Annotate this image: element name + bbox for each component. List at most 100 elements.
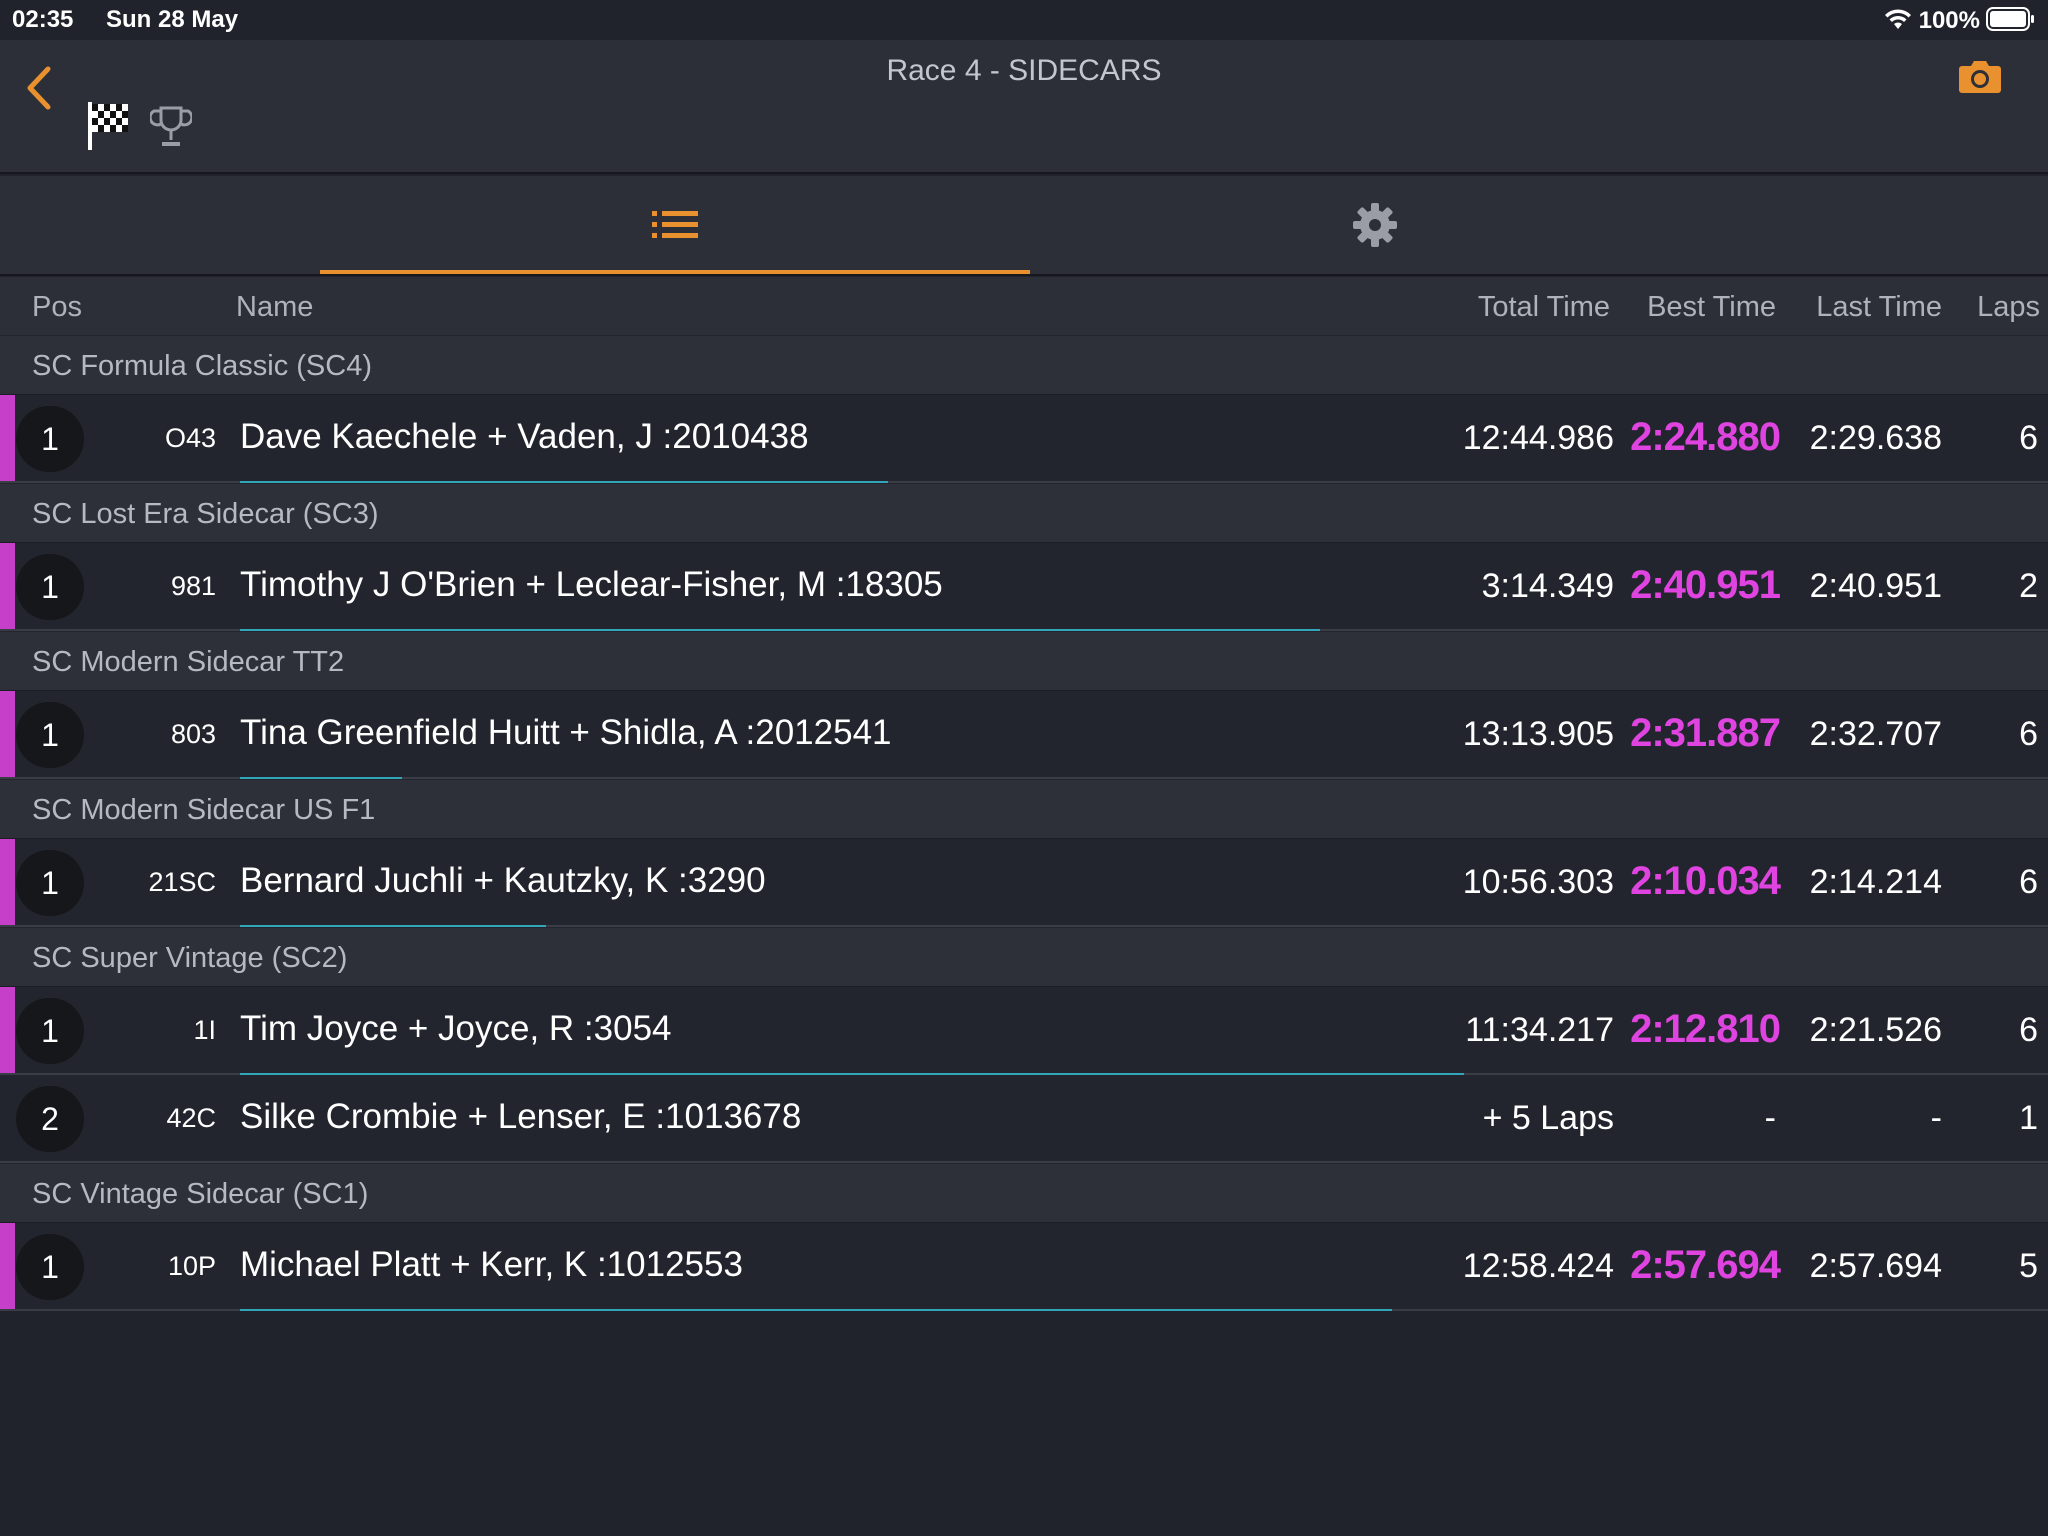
laps-count: 6 [2019,715,2038,753]
best-time: 2:31.887 [1630,711,1781,755]
racer-number: 10P [167,1251,216,1281]
result-row[interactable]: 1 O43 Dave Kaechele + Vaden, J :2010438 12:… [0,395,2048,483]
class-color-strip [0,691,15,777]
last-time: - [1930,1099,1942,1137]
group-title: SC Modern Sidecar TT2 [32,646,345,678]
result-row[interactable]: 1 803 Tina Greenfield Huitt + Shidla, A :2… [0,691,2048,779]
last-time: 2:29.638 [1809,419,1942,457]
laps-count: 1 [2019,1099,2038,1137]
laps-count: 6 [2019,1011,2038,1049]
total-time: 12:58.424 [1462,1247,1614,1285]
camera-button[interactable] [1952,52,2008,100]
position-badge: 1 [16,406,84,472]
group-header: SC Lost Era Sidecar (SC3) [0,483,2048,543]
class-color-strip [0,987,15,1073]
group-title: SC Super Vintage (SC2) [32,942,348,974]
racer-name: Dave Kaechele + Vaden, J :2010438 [240,417,809,456]
total-time: 13:13.905 [1462,715,1614,753]
active-tab-indicator [320,270,1030,274]
racer-name: Tim Joyce + Joyce, R :3054 [240,1009,672,1048]
status-bar: 02:35 Sun 28 May 100% [0,0,2048,40]
racer-name: Timothy J O'Brien + Leclear-Fisher, M :1… [240,565,943,604]
camera-icon [1959,61,2001,93]
status-right: 100% [1883,6,2036,36]
group-title: SC Vintage Sidecar (SC1) [32,1178,369,1210]
total-time: 11:34.217 [1465,1011,1614,1049]
position-badge: 1 [16,554,84,620]
class-color-strip [0,1223,15,1309]
group-title: SC Modern Sidecar US F1 [32,794,376,826]
position-badge: 1 [16,702,84,768]
column-total-time[interactable]: Total Time [1478,291,1610,324]
group-header: SC Vintage Sidecar (SC1) [0,1163,2048,1223]
tab-settings[interactable] [1020,176,1730,274]
racer-number: O43 [164,423,216,453]
page-title: Race 4 - SIDECARS [886,54,1162,87]
racer-number: 981 [170,571,216,601]
status-date: Sun 28 May [106,6,239,33]
result-row[interactable]: 2 42C Silke Crombie + Lenser, E :1013678 + … [0,1075,2048,1163]
best-time: - [1764,1099,1776,1137]
best-time: 2:12.810 [1630,1007,1781,1051]
back-button[interactable] [14,58,64,118]
navigation-bar: Race 4 - SIDECARS [0,40,2048,174]
total-time: 12:44.986 [1462,419,1614,457]
laps-count: 2 [2019,567,2038,605]
last-time: 2:40.951 [1809,567,1942,605]
result-row[interactable]: 1 981 Timothy J O'Brien + Leclear-Fisher, … [0,543,2048,631]
position-badge: 2 [16,1086,84,1152]
best-time: 2:10.034 [1630,859,1781,903]
tab-results-list[interactable] [320,176,1030,274]
last-time: 2:32.707 [1809,715,1942,753]
racer-name: Michael Platt + Kerr, K :1012553 [240,1245,743,1284]
last-time: 2:57.694 [1809,1247,1942,1285]
racer-name: Tina Greenfield Huitt + Shidla, A :20125… [240,713,892,752]
laps-count: 6 [2019,419,2038,457]
racer-number: 21SC [148,867,216,897]
total-time: 10:56.303 [1462,863,1614,901]
last-time: 2:14.214 [1809,863,1942,901]
column-laps[interactable]: Laps [1977,291,2040,324]
column-last-time[interactable]: Last Time [1816,291,1942,324]
group-header: SC Modern Sidecar US F1 [0,779,2048,839]
lap-progress-bar [240,1309,1392,1311]
class-color-strip [0,839,15,925]
battery-icon [1986,6,2036,37]
racer-number: 42C [166,1103,216,1133]
column-name[interactable]: Name [236,291,313,324]
racer-number: 803 [170,719,216,749]
group-header: SC Super Vintage (SC2) [0,927,2048,987]
result-row[interactable]: 1 1I Tim Joyce + Joyce, R :3054 11:34.217 2:… [0,987,2048,1075]
result-row[interactable]: 1 21SC Bernard Juchli + Kautzky, K :3290 10… [0,839,2048,927]
position-badge: 1 [16,998,84,1064]
wifi-icon [1883,7,1913,36]
gear-icon [1353,203,1397,247]
class-color-strip [0,543,15,629]
class-color-strip [0,395,15,481]
checkered-flag-icon[interactable] [86,100,132,152]
racer-name: Silke Crombie + Lenser, E :1013678 [240,1097,802,1136]
chevron-left-icon [27,66,51,110]
total-time: + 5 Laps [1482,1099,1614,1137]
laps-count: 5 [2019,1247,2038,1285]
position-badge: 1 [16,850,84,916]
column-header: Pos Name Total Time Best Time Last Time … [0,277,2048,335]
column-best-time[interactable]: Best Time [1647,291,1776,324]
battery-percent: 100% [1918,7,1980,34]
best-time: 2:40.951 [1630,563,1781,607]
tab-bar [0,176,2048,276]
trophy-icon[interactable] [148,104,194,150]
list-icon [652,211,698,238]
result-row[interactable]: 1 10P Michael Platt + Kerr, K :1012553 12:5… [0,1223,2048,1311]
group-header: SC Modern Sidecar TT2 [0,631,2048,691]
app-window: 02:35 Sun 28 May 100% Race 4 - SIDECARS … [0,0,2048,1536]
status-time: 02:35 [12,6,74,33]
racer-name: Bernard Juchli + Kautzky, K :3290 [240,861,766,900]
position-badge: 1 [16,1234,84,1300]
total-time: 3:14.349 [1481,567,1614,605]
racer-number: 1I [193,1015,216,1045]
laps-count: 6 [2019,863,2038,901]
results-list: SC Formula Classic (SC4) 1 O43 Dave Kaechel… [0,335,2048,1311]
column-pos[interactable]: Pos [32,291,82,324]
group-title: SC Formula Classic (SC4) [32,350,372,382]
